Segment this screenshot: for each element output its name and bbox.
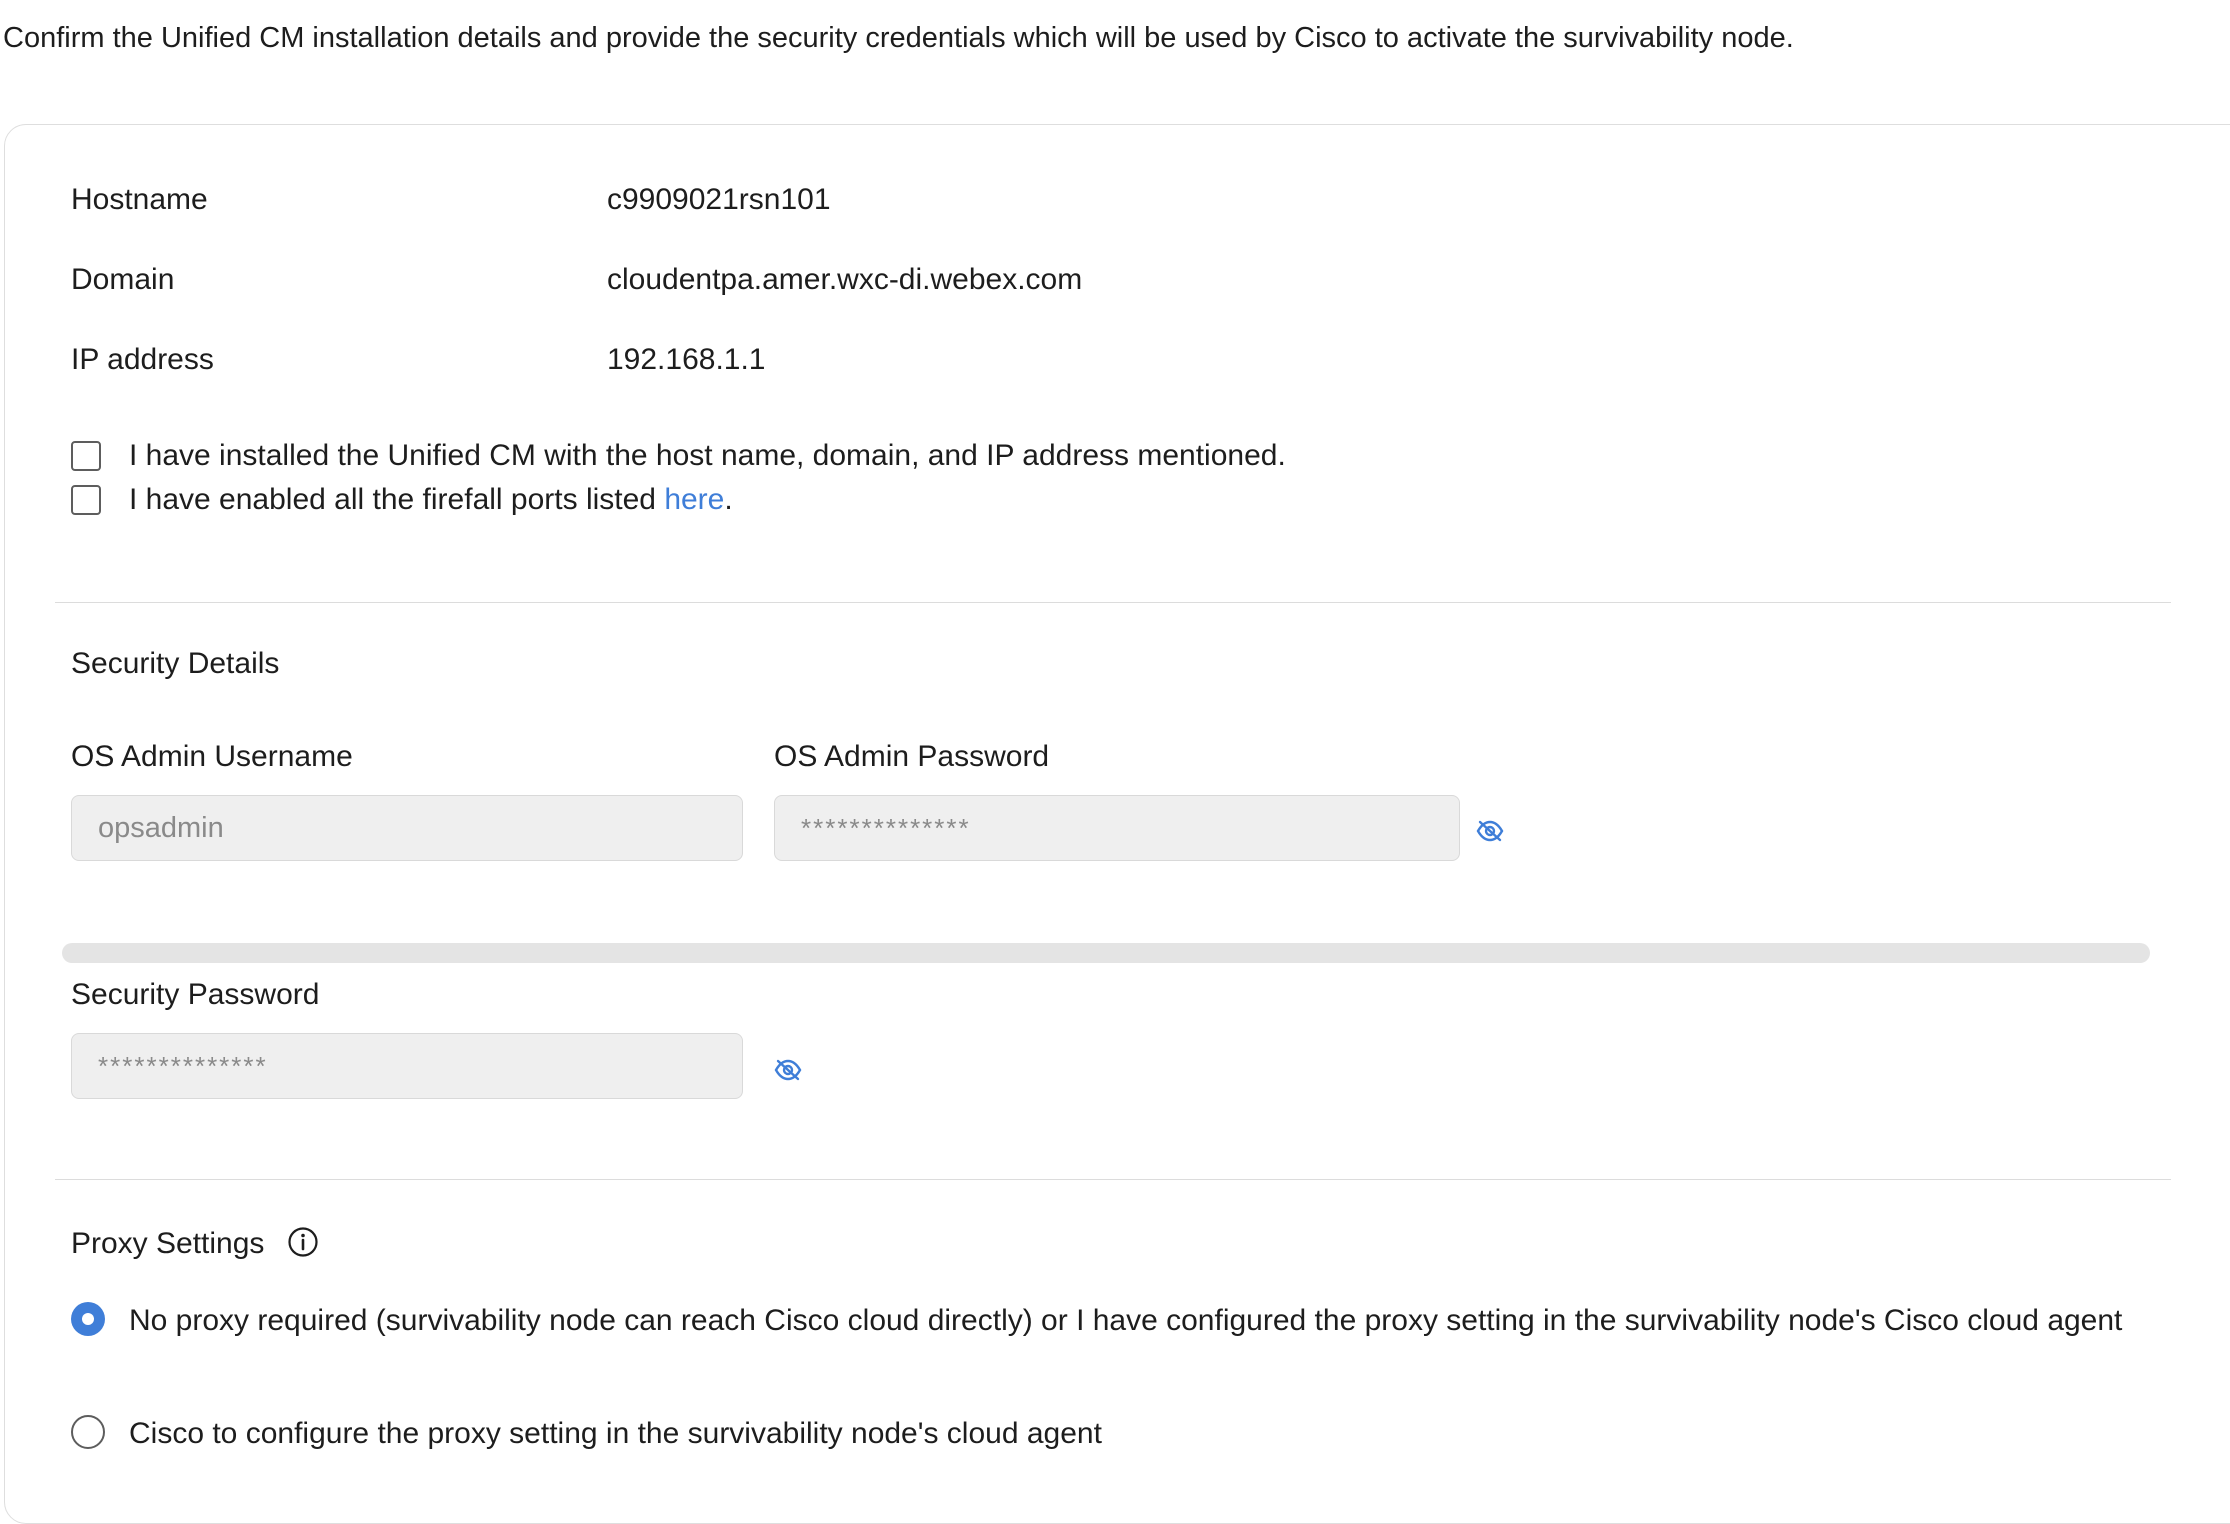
os-admin-username-input[interactable]: opsadmin [71, 795, 743, 861]
ip-address-label: IP address [71, 343, 214, 376]
proxy-option-cisco-configure[interactable]: Cisco to configure the proxy setting in … [71, 1411, 1102, 1456]
firewall-ports-link[interactable]: here [664, 483, 724, 516]
ports-checkbox[interactable] [71, 485, 101, 515]
os-admin-username-label: OS Admin Username [71, 740, 353, 773]
section-divider [55, 602, 2171, 603]
password-strength-bar [62, 943, 2150, 963]
no-proxy-radio-label: No proxy required (survivability node ca… [129, 1304, 2123, 1337]
ports-checkbox-label: I have enabled all the firefall ports li… [129, 482, 733, 518]
security-password-input[interactable]: ************** [71, 1033, 743, 1099]
domain-value: cloudentpa.amer.wxc-di.webex.com [607, 263, 1083, 296]
intro-text: Confirm the Unified CM installation deta… [3, 22, 1794, 54]
eye-slash-icon[interactable] [774, 1058, 802, 1082]
no-proxy-radio[interactable] [71, 1302, 105, 1336]
os-admin-password-input[interactable]: ************** [774, 795, 1460, 861]
os-admin-password-label: OS Admin Password [774, 740, 1050, 773]
installed-checkbox-label: I have installed the Unified CM with the… [129, 439, 1286, 472]
proxy-settings-title: Proxy Settings [71, 1227, 265, 1260]
domain-label: Domain [71, 263, 175, 296]
hostname-label: Hostname [71, 183, 208, 216]
eye-slash-icon[interactable] [1476, 819, 1504, 843]
ports-confirmation[interactable]: I have enabled all the firefall ports li… [71, 482, 733, 518]
ip-address-value: 192.168.1.1 [607, 343, 766, 376]
hostname-value: c9909021rsn101 [607, 183, 831, 216]
ports-checkbox-text-end: . [724, 483, 733, 516]
security-details-title: Security Details [71, 647, 280, 680]
cisco-configure-proxy-radio[interactable] [71, 1415, 105, 1449]
installed-checkbox[interactable] [71, 441, 101, 471]
cisco-configure-proxy-radio-label: Cisco to configure the proxy setting in … [129, 1417, 1102, 1450]
installed-confirmation[interactable]: I have installed the Unified CM with the… [71, 438, 1286, 474]
info-circle-icon[interactable] [287, 1226, 319, 1258]
proxy-option-no-proxy[interactable]: No proxy required (survivability node ca… [71, 1298, 2191, 1343]
security-password-label: Security Password [71, 978, 320, 1011]
ports-checkbox-text: I have enabled all the firefall ports li… [129, 483, 665, 516]
section-divider [55, 1179, 2171, 1180]
